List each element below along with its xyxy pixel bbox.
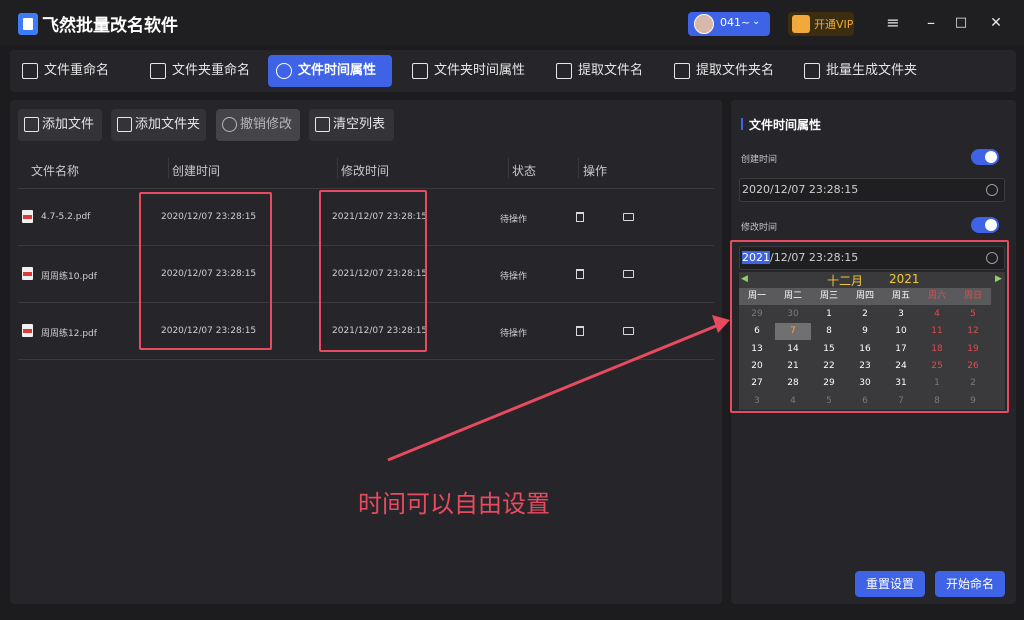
annotation-text: 时间可以自由设置 (358, 490, 550, 518)
annotation-arrow (387, 315, 730, 462)
app-window: 飞然批量改名软件 041~ ⌄ 开通VIP ≡ – □ ✕ 文件重命名 文件夹重… (0, 0, 1024, 620)
